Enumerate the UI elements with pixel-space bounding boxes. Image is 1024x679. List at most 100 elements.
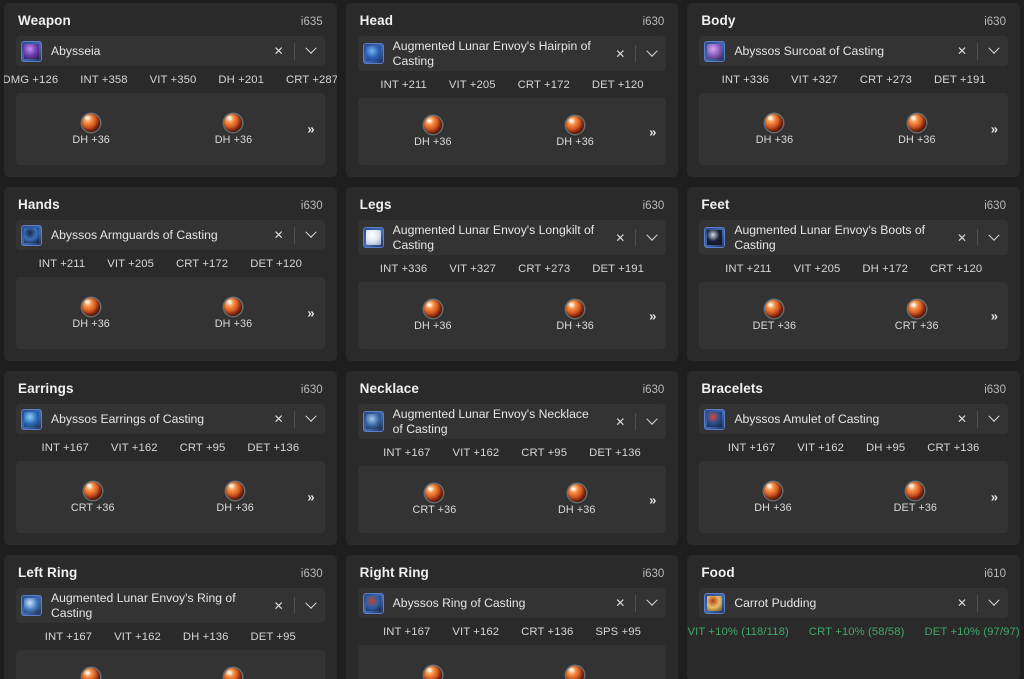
expand-item-dropdown-button[interactable] xyxy=(638,591,666,615)
item-level-badge: i630 xyxy=(984,16,1006,28)
materia-slot[interactable]: DH +36 xyxy=(216,481,254,514)
expand-item-dropdown-button[interactable] xyxy=(297,223,325,247)
more-materia-button[interactable]: » xyxy=(989,489,1000,506)
more-materia-button[interactable]: » xyxy=(305,121,316,138)
more-materia-button[interactable]: » xyxy=(647,307,658,324)
materia-slot[interactable]: CRT +36 xyxy=(895,300,939,332)
materia-orb-icon xyxy=(566,116,585,134)
more-materia-button[interactable]: » xyxy=(305,489,316,506)
item-selector[interactable]: Abysseia ✕ xyxy=(16,36,325,66)
chevron-down-icon xyxy=(646,594,658,606)
materia-slot[interactable]: DH +36 xyxy=(756,113,794,146)
materia-slot[interactable]: DH +36 xyxy=(72,297,110,330)
expand-item-dropdown-button[interactable] xyxy=(297,407,325,431)
clear-item-button[interactable]: ✕ xyxy=(949,591,975,615)
clear-item-button[interactable]: ✕ xyxy=(607,226,633,250)
more-materia-button[interactable]: » xyxy=(989,307,1000,324)
item-level-badge: i610 xyxy=(984,568,1006,580)
action-divider xyxy=(635,594,637,612)
chevron-down-icon xyxy=(646,413,658,425)
item-selector[interactable]: Augmented Lunar Envoy's Longkilt of Cast… xyxy=(357,220,667,255)
materia-slot[interactable]: DH +36 xyxy=(898,113,936,146)
clear-item-button[interactable]: ✕ xyxy=(607,591,633,615)
item-icon-glyph xyxy=(24,227,39,243)
item-selector[interactable]: Augmented Lunar Envoy's Hairpin of Casti… xyxy=(357,36,667,71)
item-row-actions: ✕ xyxy=(607,226,666,250)
slot-card-header: Feet i630 xyxy=(699,197,1008,212)
materia-slot[interactable]: DET +36 xyxy=(894,481,937,514)
more-materia-button[interactable]: » xyxy=(647,673,658,679)
materia-slot[interactable]: DH +36 xyxy=(556,300,594,332)
clear-item-button[interactable]: ✕ xyxy=(607,42,633,66)
slot-label: Body xyxy=(701,13,736,28)
stat-value: INT +167 xyxy=(383,626,431,638)
materia-slot[interactable]: DH +36 xyxy=(556,116,594,148)
clear-item-button[interactable]: ✕ xyxy=(949,407,975,431)
more-materia-button[interactable]: » xyxy=(647,123,658,140)
materia-slot[interactable]: CRT +36 xyxy=(71,481,115,514)
materia-slot[interactable]: DH +36 xyxy=(558,484,596,516)
expand-item-dropdown-button[interactable] xyxy=(297,39,325,63)
materia-row: DH +36 DH +36 » xyxy=(357,282,667,349)
materia-slot[interactable]: DET +36 xyxy=(753,300,796,332)
expand-item-dropdown-button[interactable] xyxy=(980,226,1008,250)
materia-slot[interactable]: DH +36 xyxy=(556,665,594,679)
materia-slot[interactable]: DH +36 xyxy=(414,116,452,148)
clear-item-button[interactable]: ✕ xyxy=(949,39,975,63)
item-selector[interactable]: Abyssos Amulet of Casting ✕ xyxy=(699,404,1008,434)
materia-slot[interactable]: DH +36 xyxy=(215,297,253,330)
item-stats-row: INT +336 VIT +327 CRT +273 DET +191 xyxy=(358,255,667,282)
expand-item-dropdown-button[interactable] xyxy=(980,591,1008,615)
item-selector[interactable]: Augmented Lunar Envoy's Ring of Casting ✕ xyxy=(16,588,325,623)
item-level-badge: i630 xyxy=(984,384,1006,396)
materia-slot[interactable]: DH +36 xyxy=(414,665,452,679)
materia-slot[interactable]: DH +36 xyxy=(414,300,452,332)
item-selector[interactable]: Carrot Pudding ✕ xyxy=(699,588,1008,618)
action-divider xyxy=(976,410,978,428)
expand-item-dropdown-button[interactable] xyxy=(638,410,666,434)
expand-item-dropdown-button[interactable] xyxy=(297,594,325,618)
expand-item-dropdown-button[interactable] xyxy=(638,226,666,250)
stat-value: VIT +10% (118/118) xyxy=(687,626,789,638)
materia-row: CRT +36 DH +36 » xyxy=(357,466,667,533)
item-stats-row: INT +167 VIT +162 DH +95 CRT +136 xyxy=(699,434,1008,461)
expand-item-dropdown-button[interactable] xyxy=(980,39,1008,63)
materia-slot[interactable]: CRT +36 xyxy=(69,668,113,679)
materia-slot[interactable]: DH +36 xyxy=(754,481,792,514)
item-name: Carrot Pudding xyxy=(734,595,817,610)
materia-slot[interactable]: CRT +36 xyxy=(412,484,456,516)
item-selector[interactable]: Abyssos Armguards of Casting ✕ xyxy=(16,220,325,250)
expand-item-dropdown-button[interactable] xyxy=(638,42,666,66)
clear-item-button[interactable]: ✕ xyxy=(266,223,292,247)
stat-value: CRT +287 xyxy=(285,74,337,86)
item-icon xyxy=(704,227,726,248)
stat-value: VIT +162 xyxy=(110,442,158,454)
clear-item-button[interactable]: ✕ xyxy=(266,594,292,618)
materia-row: CRT +36 CRT +36 » xyxy=(16,650,325,679)
slot-label: Bracelets xyxy=(701,381,764,396)
item-row-actions: ✕ xyxy=(949,226,1008,250)
materia-label: DH +36 xyxy=(556,136,594,148)
materia-orb-icon xyxy=(907,113,926,132)
item-icon-glyph xyxy=(707,411,723,427)
more-materia-button[interactable]: » xyxy=(989,121,1000,138)
more-materia-button[interactable]: » xyxy=(647,491,658,508)
more-materia-button[interactable]: » xyxy=(305,675,316,679)
clear-item-button[interactable]: ✕ xyxy=(266,407,292,431)
clear-item-button[interactable]: ✕ xyxy=(266,39,292,63)
clear-item-button[interactable]: ✕ xyxy=(607,410,633,434)
item-row-actions: ✕ xyxy=(949,591,1008,615)
materia-slot[interactable]: DH +36 xyxy=(215,113,253,146)
expand-item-dropdown-button[interactable] xyxy=(980,407,1008,431)
materia-label: DH +36 xyxy=(754,501,792,514)
item-selector[interactable]: Augmented Lunar Envoy's Necklace of Cast… xyxy=(357,404,667,439)
clear-item-button[interactable]: ✕ xyxy=(949,226,975,250)
item-selector[interactable]: Abyssos Surcoat of Casting ✕ xyxy=(699,36,1008,66)
item-selector[interactable]: Abyssos Earrings of Casting ✕ xyxy=(16,404,325,434)
more-materia-button[interactable]: » xyxy=(305,305,316,322)
item-selector[interactable]: Abyssos Ring of Casting ✕ xyxy=(357,588,667,618)
item-name: Augmented Lunar Envoy's Hairpin of Casti… xyxy=(392,39,591,68)
materia-slot[interactable]: DH +36 xyxy=(72,113,110,146)
materia-slot[interactable]: CRT +36 xyxy=(212,668,256,679)
item-selector[interactable]: Augmented Lunar Envoy's Boots of Casting… xyxy=(699,220,1008,255)
